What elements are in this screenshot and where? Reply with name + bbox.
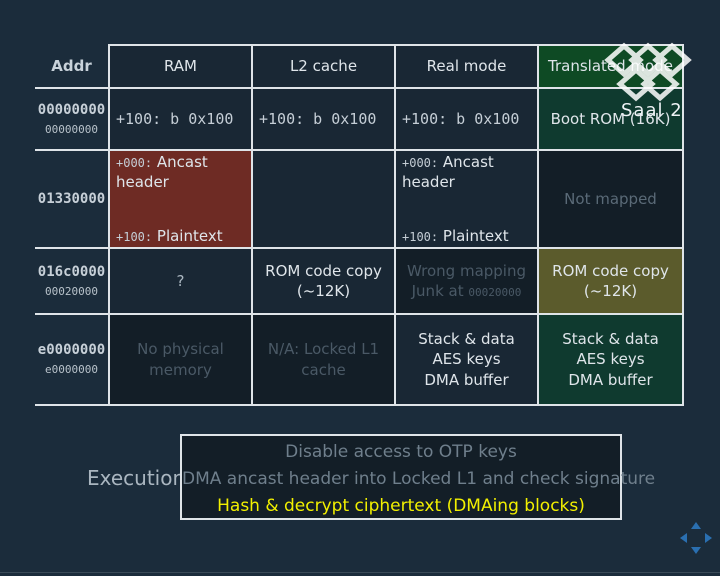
translated-mode-cell: ROM code copy (~12K)	[537, 247, 684, 315]
rom-copy-label: ROM code copy	[265, 261, 382, 280]
table-row: 01330000 +000: Ancast header +100: Plain…	[35, 149, 684, 249]
execution-steps-box: Disable access to OTP keys DMA ancast he…	[180, 434, 656, 520]
address-cell: 00000000 00000000	[35, 87, 110, 151]
address-value: 016c0000	[37, 263, 106, 280]
physical-address-value: 00000000	[45, 122, 98, 136]
addr-column-header: Addr	[35, 45, 110, 89]
execution-step: DMA ancast header into Locked L1 and che…	[182, 469, 656, 489]
wrong-mapping-label: Wrong mapping	[406, 261, 526, 280]
address-cell: 016c0000 00020000	[35, 247, 110, 315]
offset-label: +000:	[402, 155, 439, 170]
plaintext-label: Plaintext	[442, 227, 509, 246]
offset-label: +100:	[116, 230, 153, 245]
l2-cell: ROM code copy (~12K)	[251, 247, 396, 315]
column-header-real-mode: Real mode	[394, 44, 539, 89]
four-arrows-nav-icon[interactable]	[678, 520, 714, 556]
stack-data-label: Stack & data	[562, 330, 659, 349]
execution-step: Disable access to OTP keys	[285, 442, 517, 462]
junk-address: 00020000	[468, 286, 522, 299]
table-row: 016c0000 00020000 ? ROM code copy (~12K)…	[35, 247, 684, 315]
dma-buffer-label: DMA buffer	[568, 370, 653, 389]
real-mode-cell: Wrong mapping Junk at 00020000	[394, 247, 539, 315]
address-value: 01330000	[37, 190, 106, 207]
memory-map-table: Addr RAM L2 cache Real mode Translated m…	[35, 44, 684, 406]
ram-cell: ?	[108, 247, 253, 315]
bottom-divider	[0, 572, 720, 573]
column-header-ram: RAM	[108, 44, 253, 89]
offset-label: +000:	[116, 155, 153, 170]
table-row: 00000000 00000000 +100: b 0x100 +100: b …	[35, 87, 684, 151]
rom-copy-label: ROM code copy	[552, 261, 669, 280]
plaintext-label: Plaintext	[156, 227, 223, 246]
stack-data-label: Stack & data	[418, 330, 515, 349]
rom-copy-size: (~12K)	[583, 282, 638, 300]
l2-cell: +100: b 0x100	[251, 87, 396, 151]
physical-address-value: 00020000	[45, 284, 98, 298]
address-value: 00000000	[37, 101, 106, 118]
l2-cell: N/A: Locked L1 cache	[251, 313, 396, 406]
address-value: e0000000	[37, 342, 106, 359]
junk-text: Junk at	[411, 282, 464, 300]
l2-cell	[251, 149, 396, 249]
real-mode-cell: Stack & data AES keys DMA buffer	[394, 313, 539, 406]
dma-buffer-label: DMA buffer	[424, 370, 509, 389]
column-header-l2-cache: L2 cache	[251, 44, 396, 89]
execution-step-active: Hash & decrypt ciphertext (DMAing blocks…	[217, 496, 585, 516]
real-mode-cell: +100: b 0x100	[394, 87, 539, 151]
header-row: Addr RAM L2 cache Real mode Translated m…	[35, 44, 684, 89]
offset-label: +100:	[402, 230, 439, 245]
junk-label: Junk at 00020000	[396, 281, 537, 301]
address-cell: 01330000	[35, 149, 110, 249]
table-row: e0000000 e0000000 No physical memory N/A…	[35, 313, 684, 406]
room-label: Saal 2	[621, 100, 683, 121]
translated-mode-cell: Stack & data AES keys DMA buffer	[537, 313, 684, 406]
ram-cell: No physical memory	[108, 313, 253, 406]
translated-mode-cell: Not mapped	[537, 149, 684, 249]
address-cell: e0000000 e0000000	[35, 313, 110, 406]
physical-address-value: e0000000	[45, 363, 98, 377]
aes-keys-label: AES keys	[432, 350, 501, 369]
ram-cell: +100: b 0x100	[108, 87, 253, 151]
real-mode-cell: +000: Ancast header +100: Plaintext	[394, 149, 539, 249]
execution-label: Execution:	[87, 466, 192, 490]
rom-copy-size: (~12K)	[296, 282, 351, 300]
aes-keys-label: AES keys	[576, 350, 645, 369]
ram-cell: +000: Ancast header +100: Plaintext	[108, 149, 253, 249]
